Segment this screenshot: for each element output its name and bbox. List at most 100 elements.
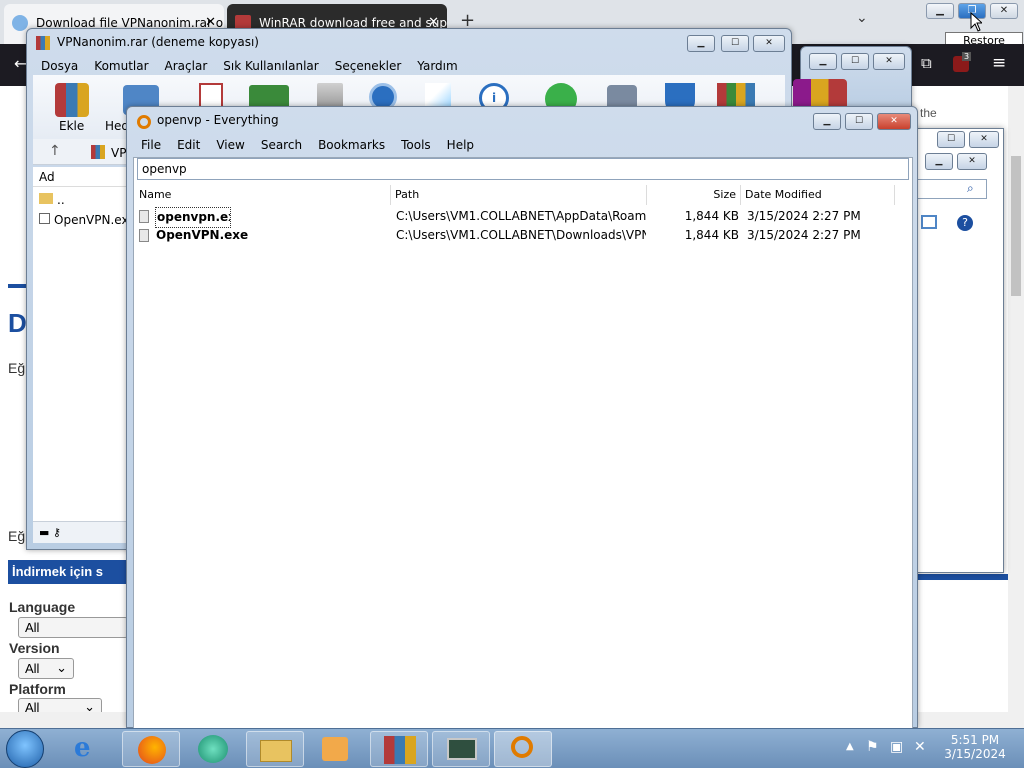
version-select[interactable]: All ⌄ <box>18 658 74 679</box>
media-player-icon[interactable] <box>322 737 348 761</box>
table-row[interactable]: openvpn.exe C:\Users\VM1.COLLABNET\AppDa… <box>135 207 909 228</box>
menu-item-search[interactable]: Search <box>253 138 310 152</box>
extensions-icon[interactable]: ⧉ <box>921 54 932 72</box>
minimize-button[interactable]: ▁ <box>925 153 953 170</box>
internet-explorer-icon[interactable]: e <box>74 735 104 763</box>
winrar-file-list: .. OpenVPN.exe <box>33 187 136 521</box>
site-favicon-icon <box>12 15 28 31</box>
everything-app-icon <box>137 115 151 129</box>
up-arrow-icon[interactable]: ↑ <box>49 143 61 159</box>
language-select[interactable]: All <box>18 617 128 638</box>
folder-icon <box>260 740 292 762</box>
maximize-button[interactable]: ☐ <box>721 35 749 52</box>
exe-file-icon <box>39 213 50 224</box>
archive-icon <box>91 145 105 159</box>
network-icon[interactable]: ▣ <box>890 739 903 755</box>
taskbar-clock[interactable]: 5:51 PM 3/15/2024 <box>940 733 1010 761</box>
volume-muted-icon[interactable]: ✕ <box>914 739 926 755</box>
search-icon[interactable]: ⌕ <box>967 181 974 196</box>
table-row[interactable]: OpenVPN.exe C:\Users\VM1.COLLABNET\Downl… <box>135 226 909 245</box>
column-header-label: Ad <box>39 170 55 184</box>
taskbar-explorer[interactable] <box>246 731 304 767</box>
page-text: Eğ <box>8 528 26 544</box>
column-header-name[interactable]: Ad <box>33 167 129 187</box>
taskbar-winrar[interactable] <box>370 731 428 767</box>
menu-item-help[interactable]: Help <box>439 138 482 152</box>
column-header-size[interactable]: Size <box>647 185 741 205</box>
minimize-button[interactable]: ▁ <box>809 53 837 70</box>
minimize-button[interactable]: ▁ <box>687 35 715 52</box>
help-icon[interactable]: ? <box>957 215 973 231</box>
column-header-date-modified[interactable]: Date Modified <box>741 185 895 205</box>
panel-icon[interactable] <box>921 215 937 229</box>
page-vertical-scrollbar[interactable] <box>1008 86 1024 726</box>
menu-item-file[interactable]: File <box>133 138 169 152</box>
everything-menubar: File Edit View Search Bookmarks Tools He… <box>133 138 482 152</box>
close-button[interactable]: ✕ <box>957 153 987 170</box>
winrar-icon <box>384 736 416 764</box>
page-heading: D <box>8 308 27 338</box>
edge-icon[interactable] <box>198 735 228 763</box>
menu-hamburger-icon[interactable]: ≡ <box>992 53 1006 73</box>
menu-item-araclar[interactable]: Araçlar <box>157 59 216 73</box>
archive-path: VP <box>111 146 127 160</box>
menu-item-edit[interactable]: Edit <box>169 138 208 152</box>
page-rule <box>918 574 1008 580</box>
result-path: C:\Users\VM1.COLLABNET\Downloads\VPN... <box>396 228 646 242</box>
maximize-button[interactable]: ☐ <box>845 113 873 130</box>
menu-item-yardim[interactable]: Yardım <box>409 59 465 73</box>
scrollbar-thumb[interactable] <box>1011 156 1021 296</box>
close-button[interactable]: ✕ <box>873 53 905 70</box>
maximize-button[interactable]: ☐ <box>937 131 965 148</box>
menu-item-tools[interactable]: Tools <box>393 138 439 152</box>
chevron-down-icon[interactable]: ⌄ <box>856 10 868 26</box>
minimize-button[interactable]: ▁ <box>813 113 841 130</box>
add-archive-icon[interactable] <box>55 83 89 117</box>
close-button[interactable]: ✕ <box>969 131 999 148</box>
menu-item-view[interactable]: View <box>208 138 252 152</box>
window-title: openvp - Everything <box>157 113 279 127</box>
browser-close-button[interactable]: ✕ <box>990 3 1018 19</box>
winrar-app-icon <box>36 36 50 50</box>
add-button-label[interactable]: Ekle <box>59 119 84 133</box>
maximize-button[interactable]: ☐ <box>841 53 869 70</box>
file-name: OpenVPN.exe <box>54 213 136 227</box>
taskbar-everything[interactable] <box>494 731 552 767</box>
close-button[interactable]: ✕ <box>753 35 785 52</box>
result-date: 3/15/2024 2:27 PM <box>747 209 861 223</box>
taskbar-network-monitor[interactable] <box>432 731 490 767</box>
folder-icon <box>39 193 53 204</box>
search-input[interactable] <box>917 179 987 199</box>
extension-badge: 3 <box>962 52 972 61</box>
filter-label-platform: Platform <box>9 681 66 697</box>
menu-item-secenekler[interactable]: Seçenekler <box>327 59 410 73</box>
search-input[interactable]: openvp <box>137 158 909 180</box>
list-item[interactable]: .. <box>39 193 65 207</box>
drive-key-icon: ▬ ⚷ <box>39 526 61 539</box>
browser-minimize-button[interactable]: ▁ <box>926 3 954 19</box>
result-size: 1,844 KB <box>684 228 739 242</box>
flag-icon[interactable]: ⚑ <box>866 739 879 755</box>
column-header-path[interactable]: Path <box>391 185 647 205</box>
monitor-icon <box>447 738 477 760</box>
download-section-bar: İndirmek için s <box>8 560 128 584</box>
list-item[interactable]: OpenVPN.exe <box>39 213 136 227</box>
menu-item-bookmarks[interactable]: Bookmarks <box>310 138 393 152</box>
clock-time: 5:51 PM <box>950 733 1000 747</box>
column-header-name[interactable]: Name <box>135 185 391 205</box>
menu-item-favorites[interactable]: Sık Kullanılanlar <box>215 59 326 73</box>
start-button[interactable] <box>6 730 44 768</box>
window-title: VPNanonim.rar (deneme kopyası) <box>57 35 259 49</box>
taskbar-firefox[interactable] <box>122 731 180 767</box>
result-date: 3/15/2024 2:27 PM <box>747 228 861 242</box>
winrar-menubar: Dosya Komutlar Araçlar Sık Kullanılanlar… <box>33 59 466 73</box>
close-button[interactable]: ✕ <box>877 113 911 130</box>
menu-item-komutlar[interactable]: Komutlar <box>86 59 156 73</box>
menu-item-dosya[interactable]: Dosya <box>33 59 86 73</box>
firefox-icon <box>138 736 166 764</box>
result-path: C:\Users\VM1.COLLABNET\AppData\Roaming <box>396 209 646 223</box>
language-select-value: All <box>25 620 40 635</box>
everything-window: openvp - Everything ▁ ☐ ✕ File Edit View… <box>126 106 918 729</box>
background-window-panel: ☐ ✕ ▁ ✕ ⌕ ? <box>912 128 1004 573</box>
chevron-up-icon[interactable]: ▲ <box>846 741 854 752</box>
